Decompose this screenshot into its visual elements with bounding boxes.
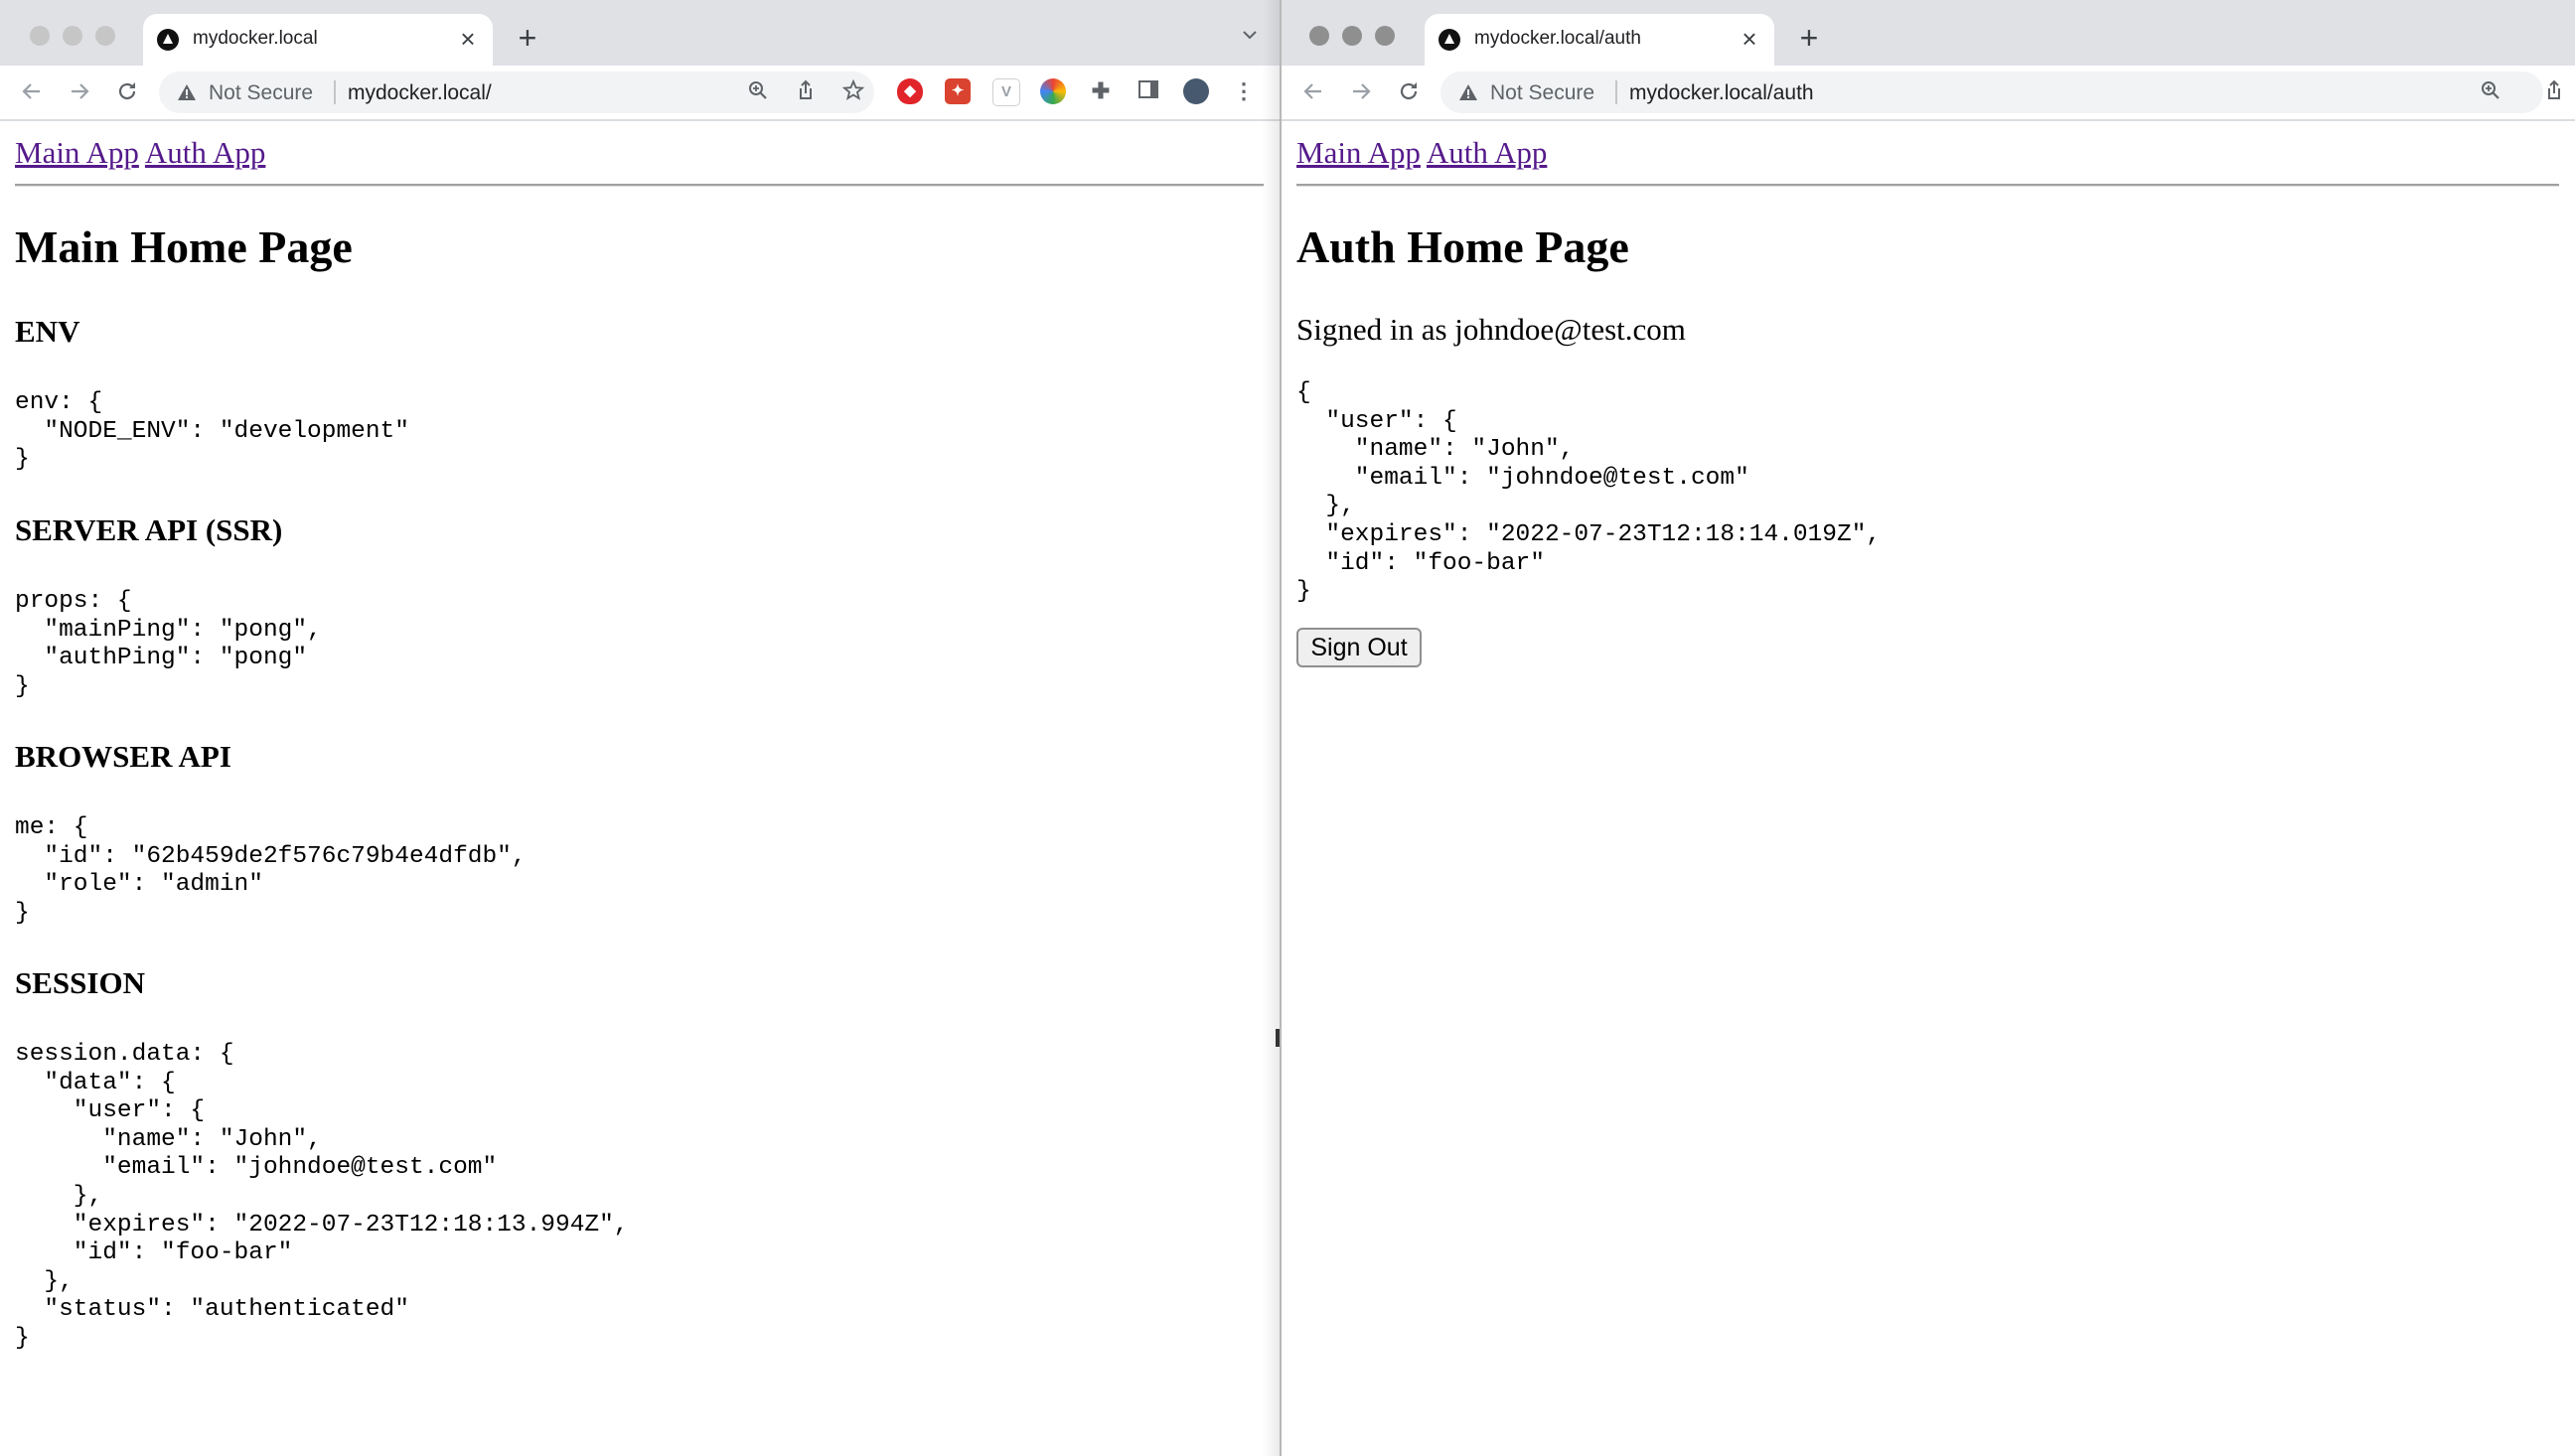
zoom-window-button[interactable] xyxy=(1375,26,1395,46)
address-bar[interactable]: Not Secure mydocker.local/auth xyxy=(1440,72,2543,113)
close-tab-icon[interactable]: × xyxy=(455,26,481,52)
zoom-window-button[interactable] xyxy=(95,26,115,46)
main-app-link[interactable]: Main App xyxy=(1296,135,1421,170)
browser-toolbar: Not Secure mydocker.local/auth xyxy=(1282,66,2575,121)
divider xyxy=(1296,184,2559,187)
page-content: Main App Auth App Main Home Page ENV env… xyxy=(0,121,1280,1456)
signed-in-text: Signed in as johndoe@test.com xyxy=(1296,312,1686,347)
window-controls xyxy=(30,26,129,46)
shield-outline-extension-icon[interactable]: V xyxy=(992,78,1020,106)
code-block-browser-api: me: { "id": "62b459de2f576c79b4e4dfdb", … xyxy=(15,814,527,927)
code-block-server-api: props: { "mainPing": "pong", "authPing":… xyxy=(15,588,322,700)
kebab-menu-icon[interactable]: ⋮ xyxy=(1231,78,1257,104)
page-title: Auth Home Page xyxy=(1296,221,1629,272)
color-picker-extension-icon[interactable] xyxy=(1040,78,1066,104)
shield-extension-icon[interactable]: ◆ xyxy=(897,78,923,104)
forward-arrow-icon[interactable] xyxy=(1345,75,1377,107)
minimize-window-button[interactable] xyxy=(63,26,82,46)
section-title-env: ENV xyxy=(15,314,80,349)
triangle-favicon-icon xyxy=(157,29,179,51)
share-icon[interactable] xyxy=(2541,79,2567,105)
section-title-browser-api: BROWSER API xyxy=(15,739,231,774)
tab-main[interactable]: mydocker.local × xyxy=(143,14,493,66)
side-panel-icon[interactable] xyxy=(1136,78,1161,104)
divider xyxy=(15,184,1264,187)
forward-arrow-icon[interactable] xyxy=(64,75,95,107)
page-content: Main App Auth App Auth Home Page Signed … xyxy=(1282,121,2575,1456)
avatar[interactable] xyxy=(1183,78,1209,104)
extension-icon[interactable]: ✦ xyxy=(945,78,971,104)
session-json-block: { "user": { "name": "John", "email": "jo… xyxy=(1296,379,1882,606)
url-text[interactable]: mydocker.local/auth xyxy=(1629,81,1814,105)
section-title-session: SESSION xyxy=(15,965,145,1000)
star-icon[interactable] xyxy=(840,78,866,105)
share-icon[interactable] xyxy=(793,79,819,105)
omnibox-divider xyxy=(1615,80,1617,104)
zoom-icon[interactable] xyxy=(2478,79,2503,105)
tab-title: mydocker.local/auth xyxy=(1474,28,1641,49)
triangle-favicon-icon xyxy=(1439,29,1460,51)
address-bar[interactable]: Not Secure mydocker.local/ xyxy=(159,72,874,113)
app-nav: Main App Auth App xyxy=(15,135,265,171)
section-title-server-api: SERVER API (SSR) xyxy=(15,512,283,547)
security-label[interactable]: Not Secure xyxy=(1490,81,1594,105)
close-window-button[interactable] xyxy=(30,26,50,46)
tab-strip: mydocker.local/auth × + xyxy=(1282,0,2575,66)
code-block-env: env: { "NODE_ENV": "development" } xyxy=(15,389,409,474)
back-arrow-icon[interactable] xyxy=(16,75,48,107)
chevron-down-icon[interactable] xyxy=(1238,26,1262,50)
app-nav: Main App Auth App xyxy=(1296,135,1547,171)
window-controls xyxy=(1309,26,1409,46)
auth-app-link[interactable]: Auth App xyxy=(1427,135,1547,170)
warning-icon[interactable] xyxy=(177,82,197,102)
browser-window-main: mydocker.local × + Not Secure mydocker.l… xyxy=(0,0,1280,1456)
omnibox-divider xyxy=(334,80,336,104)
close-window-button[interactable] xyxy=(1309,26,1329,46)
browser-window-auth: mydocker.local/auth × + Not Secure mydoc… xyxy=(1280,0,2575,1456)
tab-strip: mydocker.local × + xyxy=(0,0,1280,66)
browser-toolbar: Not Secure mydocker.local/ ◆ ✦ V ✚ ⋮ xyxy=(0,66,1280,121)
minimize-window-button[interactable] xyxy=(1342,26,1362,46)
puzzle-icon[interactable]: ✚ xyxy=(1088,78,1114,104)
new-tab-button[interactable]: + xyxy=(511,22,544,56)
new-tab-button[interactable]: + xyxy=(1792,22,1826,56)
back-arrow-icon[interactable] xyxy=(1297,75,1329,107)
reload-icon[interactable] xyxy=(1393,75,1425,107)
auth-app-link[interactable]: Auth App xyxy=(145,135,265,170)
page-title: Main Home Page xyxy=(15,221,353,272)
close-tab-icon[interactable]: × xyxy=(1737,26,1762,52)
code-block-session: session.data: { "data": { "user": { "nam… xyxy=(15,1041,629,1352)
tab-auth[interactable]: mydocker.local/auth × xyxy=(1425,14,1774,66)
url-text[interactable]: mydocker.local/ xyxy=(348,81,492,105)
warning-icon[interactable] xyxy=(1458,82,1478,102)
zoom-icon[interactable] xyxy=(745,79,771,105)
main-app-link[interactable]: Main App xyxy=(15,135,139,170)
reload-icon[interactable] xyxy=(111,75,143,107)
sign-out-button[interactable]: Sign Out xyxy=(1296,628,1422,667)
tab-title: mydocker.local xyxy=(193,28,318,49)
window-edge-shadow xyxy=(1262,0,1280,1456)
security-label[interactable]: Not Secure xyxy=(209,81,313,105)
